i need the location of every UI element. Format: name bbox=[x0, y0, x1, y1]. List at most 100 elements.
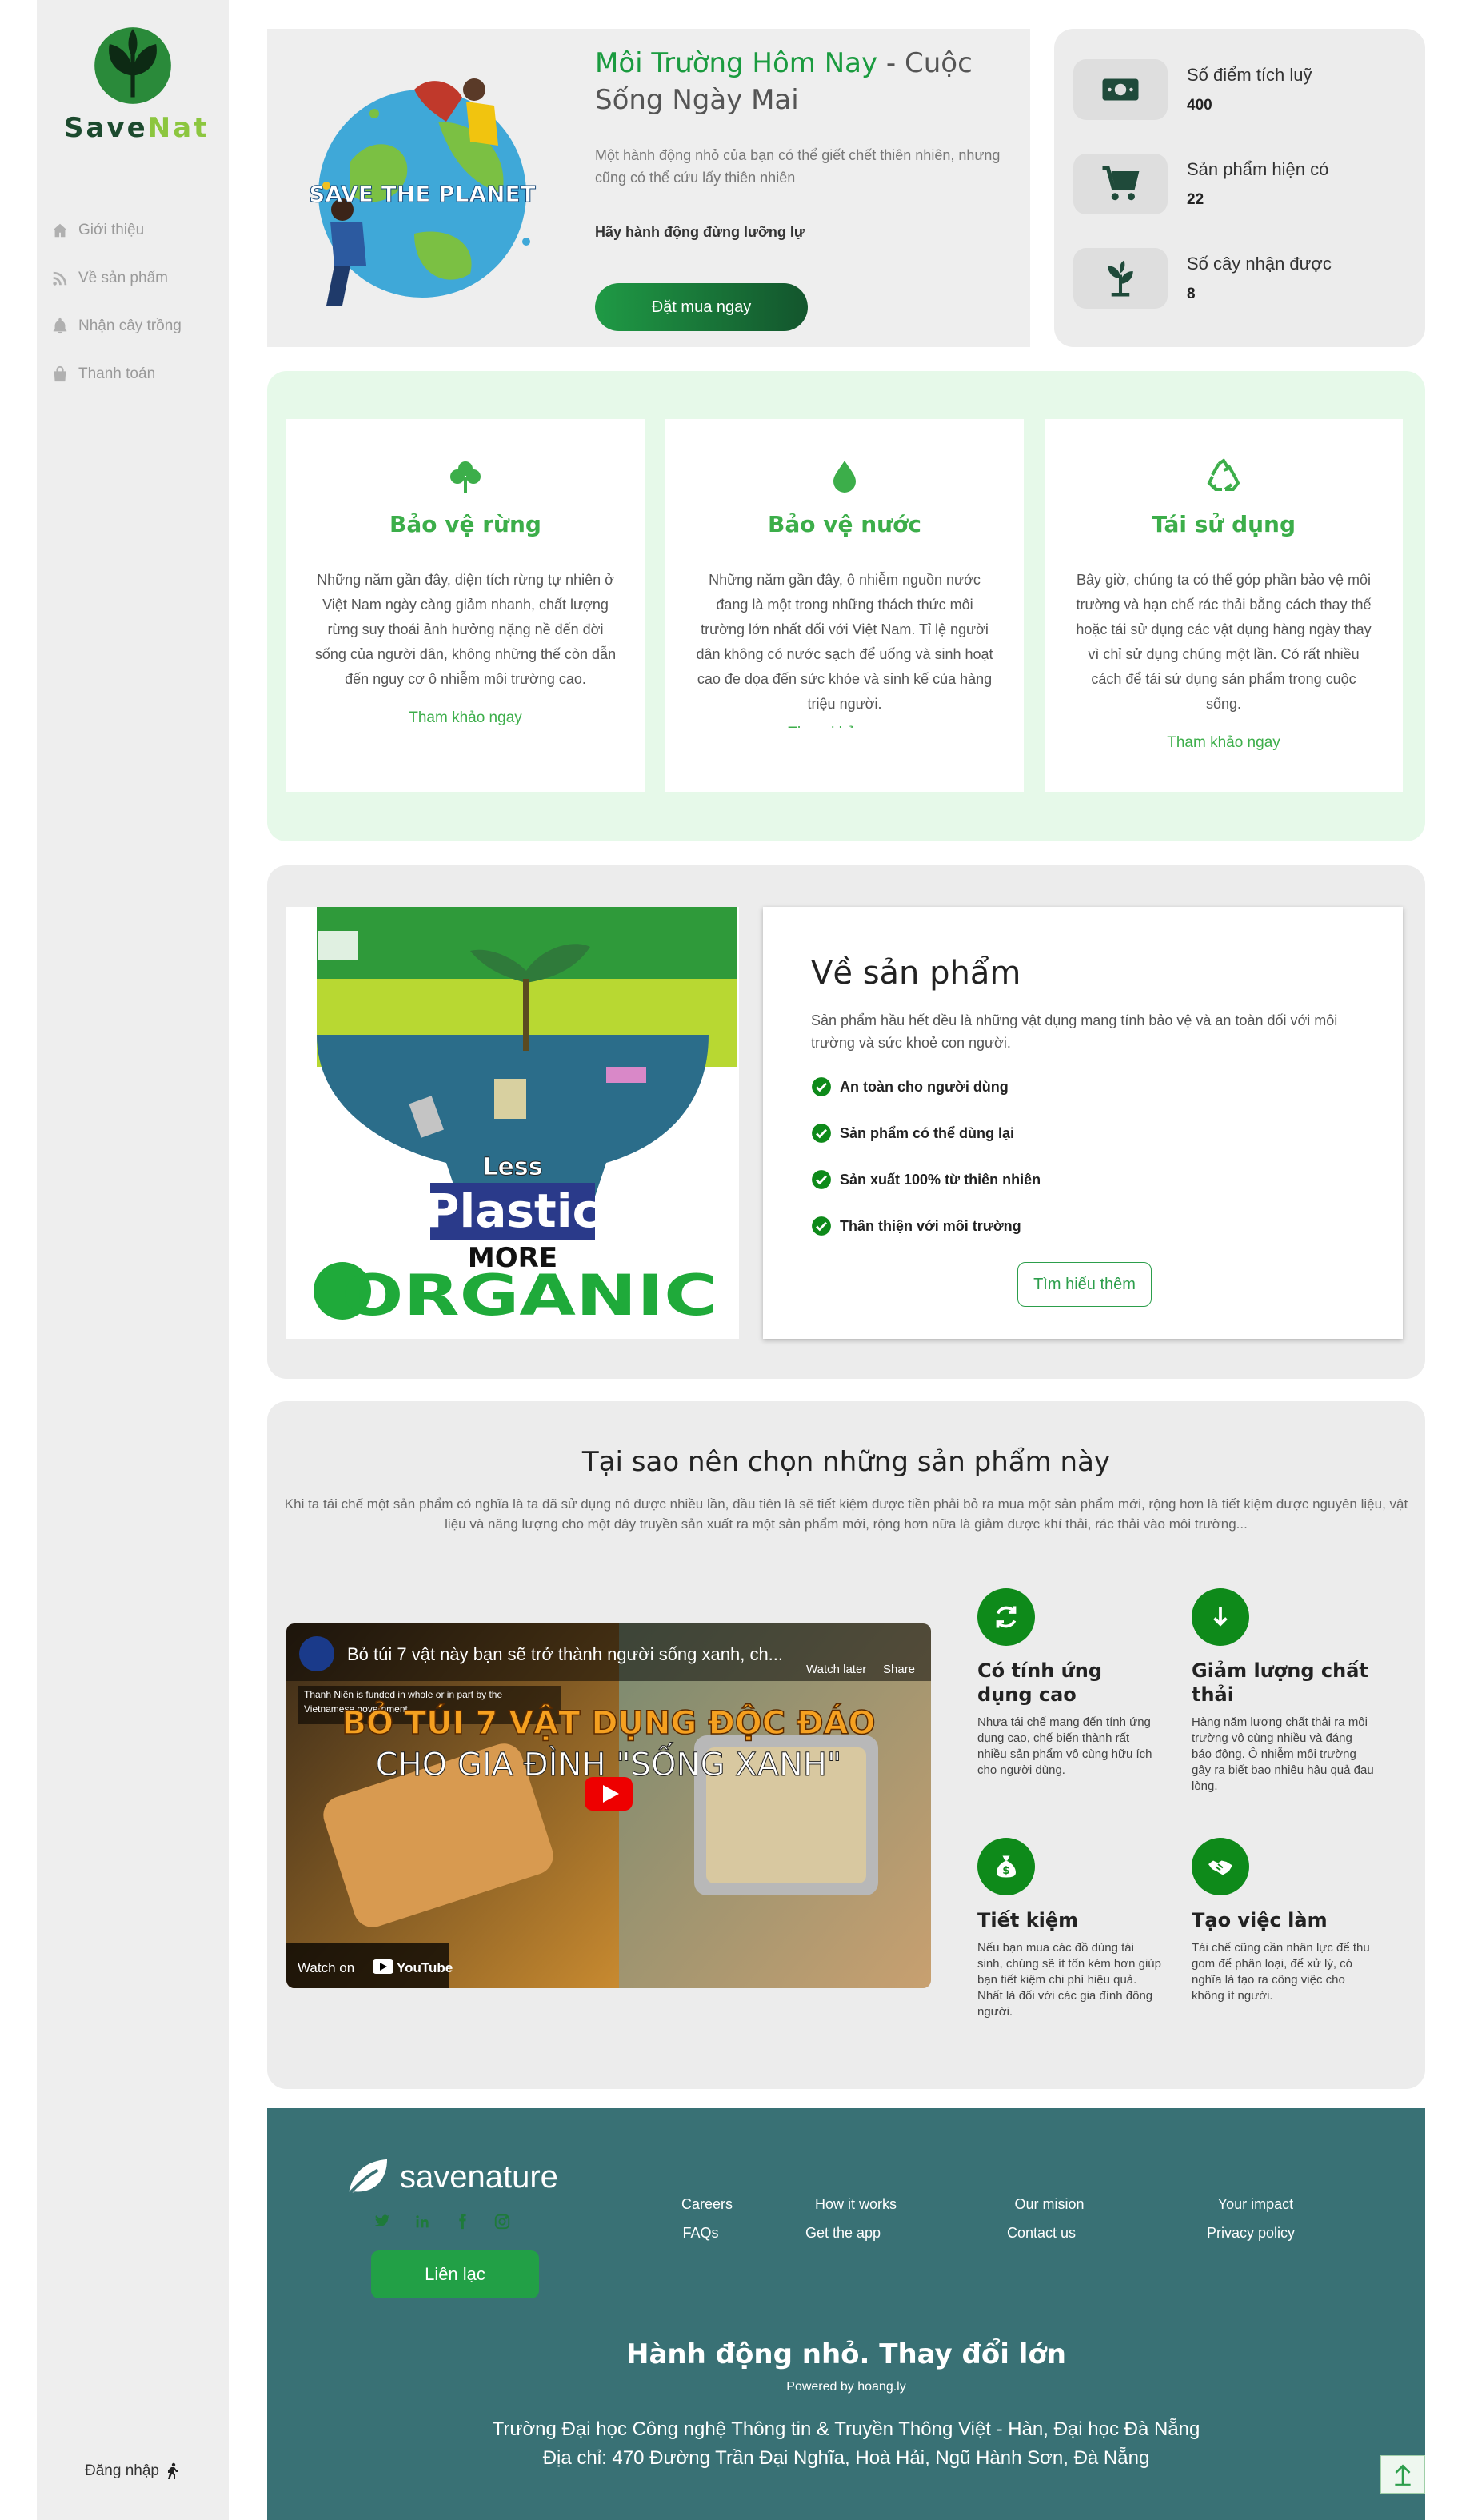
product-description: Sản phẩm hầu hết đều là những vật dụng m… bbox=[811, 1012, 1338, 1051]
check-circle-icon bbox=[812, 1077, 831, 1096]
benefit-text: Nhựa tái chế mang đến tính ứng dụng cao,… bbox=[977, 1715, 1152, 1777]
footer-link-careers[interactable]: Careers bbox=[643, 2196, 771, 2213]
brand-logo-text[interactable]: SaveNat bbox=[64, 112, 206, 144]
youtube-label: YouTube bbox=[397, 1960, 453, 1975]
contact-button[interactable]: Liên lạc bbox=[371, 2250, 539, 2298]
watch-on-label: Watch on bbox=[298, 1960, 354, 1975]
benefit-reduce-waste: Giảm lượng chất thải Hàng năm lượng chất… bbox=[1192, 1588, 1376, 1795]
recycle-icon bbox=[1207, 458, 1240, 491]
check-circle-icon bbox=[812, 1170, 831, 1189]
footer-link-your-impact[interactable]: Your impact bbox=[1192, 2196, 1320, 2213]
footer-link-our-mision[interactable]: Our mision bbox=[985, 2196, 1113, 2213]
why-title: Tại sao nên chọn những sản phẩm này bbox=[581, 1446, 1111, 1478]
facebook-icon[interactable] bbox=[451, 2210, 473, 2233]
benefit-application: Có tính ứng dụng cao Nhựa tái chế mang đ… bbox=[977, 1588, 1161, 1779]
feature-link[interactable]: Tham khảo ngay bbox=[1045, 734, 1403, 752]
hero-subtitle: Hãy hành động đừng lưỡng lự bbox=[595, 224, 805, 240]
share-label: Share bbox=[883, 1663, 915, 1676]
hero-description: Một hành động nhỏ của bạn có thể giết ch… bbox=[595, 147, 1001, 186]
bag-icon bbox=[54, 365, 66, 382]
less-plastic-poster: Less Plastic MORE ORGANIC bbox=[286, 907, 739, 1339]
footer-address: Trường Đại học Công nghệ Thông tin & Tru… bbox=[492, 2418, 1200, 2469]
feature-card-reuse: Tái sử dụng Bây giờ, chúng ta có thể góp… bbox=[1045, 419, 1403, 792]
feature-title: Bảo vệ nước bbox=[768, 511, 921, 537]
stat-value: 8 bbox=[1187, 286, 1196, 302]
stat-label: Sản phẩm hiện có bbox=[1187, 159, 1329, 179]
feature-text: Những năm gần đây, ô nhiễm nguồn nước đa… bbox=[696, 572, 993, 712]
check-item: An toàn cho người dùng bbox=[811, 1076, 1009, 1097]
sidebar-item-nhan-cay-trong[interactable]: Nhận cây trồng bbox=[51, 302, 219, 350]
sidebar-item-gioi-thieu[interactable]: Giới thiệu bbox=[51, 206, 219, 254]
benefit-title: Tiết kiệm bbox=[977, 1909, 1079, 1931]
scroll-to-top-button[interactable] bbox=[1380, 2455, 1425, 2494]
video-line-1: BỎ TÚI 7 VẬT DỤNG ĐỘC ĐÁO bbox=[342, 1699, 875, 1742]
stats-panel: Số điểm tích luỹ 400 Sản phẩm hiện có 22 S… bbox=[1054, 29, 1425, 347]
footer-brand[interactable]: savenature bbox=[344, 2156, 558, 2198]
leaf-icon bbox=[347, 2159, 388, 2196]
benefit-title: Tạo việc làm bbox=[1192, 1909, 1328, 1931]
check-circle-icon bbox=[812, 1216, 831, 1236]
login-link[interactable]: Đăng nhập bbox=[85, 2462, 182, 2481]
hero-image-text: SAVE THE PLANET bbox=[309, 181, 536, 207]
feature-link[interactable]: Tham khảo ngay bbox=[665, 721, 1024, 728]
hero-title: Môi Trường Hôm Nay - Cuộc Sống Ngày Mai bbox=[595, 47, 973, 116]
benefit-title: Có tính ứng dụng cao bbox=[977, 1659, 1103, 1706]
stat-value: 22 bbox=[1187, 191, 1204, 208]
money-icon bbox=[1102, 78, 1139, 101]
arrow-down-icon bbox=[1213, 1607, 1228, 1627]
social-links bbox=[371, 2210, 513, 2233]
footer-link-privacy-policy[interactable]: Privacy policy bbox=[1187, 2225, 1315, 2242]
stat-points: Số điểm tích luỹ 400 bbox=[1073, 58, 1409, 122]
stat-label: Số điểm tích luỹ bbox=[1187, 65, 1312, 85]
video-title: Bỏ túi 7 vật này bạn sẽ trở thành người … bbox=[347, 1644, 783, 1664]
order-now-button[interactable]: Đặt mua ngay bbox=[595, 283, 808, 331]
feature-text: Những năm gần đây, diện tích rừng tự nhi… bbox=[314, 572, 617, 687]
watch-later-label: Watch later bbox=[806, 1663, 866, 1676]
login-icon bbox=[167, 2462, 178, 2479]
youtube-video-embed[interactable]: Bỏ túi 7 vật này bạn sẽ trở thành người … bbox=[286, 1623, 931, 1988]
linkedin-icon[interactable] bbox=[411, 2210, 433, 2233]
poster-less-text: Less bbox=[482, 1153, 542, 1181]
svg-text:$: $ bbox=[1002, 1864, 1009, 1877]
footer: savenature Liên lạc Careers FAQs How it … bbox=[267, 2108, 1425, 2520]
logo-icon bbox=[94, 27, 171, 104]
check-circle-icon bbox=[812, 1124, 831, 1143]
footer-link-contact-us[interactable]: Contact us bbox=[977, 2225, 1105, 2242]
check-item: Sản phẩm có thể dùng lại bbox=[811, 1123, 1014, 1144]
arrow-up-icon bbox=[1395, 2464, 1411, 2486]
twitter-icon[interactable] bbox=[371, 2210, 393, 2233]
refresh-icon bbox=[996, 1606, 1017, 1628]
rss-icon bbox=[53, 271, 67, 286]
product-info-card: Về sản phẩm Sản phẩm hầu hết đều là nhữn… bbox=[763, 907, 1403, 1339]
video-thumbnail: Bỏ túi 7 vật này bạn sẽ trở thành người … bbox=[286, 1623, 931, 1988]
benefit-title: Giảm lượng chất thải bbox=[1192, 1659, 1368, 1706]
learn-more-button[interactable]: Tìm hiểu thêm bbox=[1017, 1262, 1152, 1307]
hero-section: SAVE THE PLANET Môi Trường Hôm Nay - Cuộ… bbox=[267, 29, 1030, 347]
benefit-jobs: Tạo việc làm Tái chế cũng cần nhân lực đ… bbox=[1192, 1838, 1376, 2004]
save-the-planet-illustration: SAVE THE PLANET bbox=[309, 78, 536, 306]
water-drop-icon bbox=[833, 461, 856, 493]
benefit-saving: $ Tiết kiệm Nếu bạn mua các đồ dùng tái … bbox=[977, 1838, 1161, 2020]
sidebar-item-thanh-toan[interactable]: Thanh toán bbox=[51, 350, 219, 398]
feature-link[interactable]: Tham khảo ngay bbox=[286, 709, 645, 727]
footer-slogan: Hành động nhỏ. Thay đổi lớn bbox=[626, 2338, 1066, 2370]
sidebar-item-ve-san-pham[interactable]: Về sản phẩm bbox=[51, 254, 219, 302]
poster-illustration: Less Plastic MORE ORGANIC bbox=[314, 907, 737, 1328]
sidebar-nav: Giới thiệu Về sản phẩm Nhận cây trồng Th… bbox=[51, 206, 219, 398]
footer-link-how-it-works[interactable]: How it works bbox=[792, 2196, 920, 2213]
handshake-icon bbox=[1208, 1860, 1232, 1875]
stat-trees: Số cây nhận được 8 bbox=[1073, 246, 1409, 310]
feature-title: Tái sử dụng bbox=[1151, 511, 1296, 537]
bell-icon bbox=[53, 317, 67, 334]
footer-powered-by: Powered by hoang.ly bbox=[786, 2380, 906, 2394]
footer-link-faqs[interactable]: FAQs bbox=[637, 2225, 765, 2242]
sidebar: SaveNat Giới thiệu Về sản phẩm Nhận cây … bbox=[37, 0, 229, 2520]
footer-link-get-the-app[interactable]: Get the app bbox=[779, 2225, 907, 2242]
product-section: Less Plastic MORE ORGANIC Về sản phẩm Sả… bbox=[267, 865, 1425, 1379]
why-section: Tại sao nên chọn những sản phẩm này Khi … bbox=[267, 1401, 1425, 2089]
instagram-icon[interactable] bbox=[491, 2210, 513, 2233]
benefit-text: Nếu bạn mua các đồ dùng tái sinh, chúng … bbox=[977, 1941, 1161, 2019]
feature-card-forest: Bảo vệ rừng Những năm gần đây, diện tích… bbox=[286, 419, 645, 792]
clover-icon bbox=[450, 461, 481, 493]
plant-icon bbox=[1108, 260, 1133, 297]
